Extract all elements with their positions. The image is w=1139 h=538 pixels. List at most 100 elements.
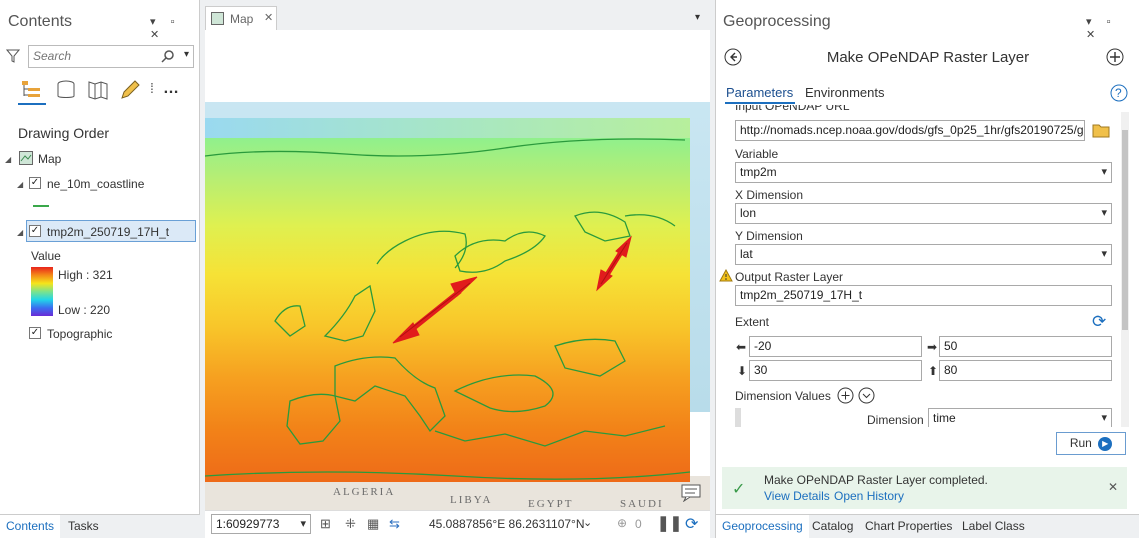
contents-title: Contents xyxy=(8,13,73,30)
parameters-scrollbar[interactable] xyxy=(1121,112,1129,427)
list-by-drawing-order-icon[interactable] xyxy=(20,79,44,106)
map-icon xyxy=(19,151,33,168)
extent-east-field[interactable]: 50 xyxy=(939,336,1112,357)
layer1-visibility-checkbox[interactable]: ✓ xyxy=(29,177,41,189)
drawing-order-heading: Drawing Order xyxy=(18,125,110,141)
expand-layer1-icon[interactable]: ◢ xyxy=(17,180,23,189)
coordinate-dropdown-icon[interactable]: ⌄ xyxy=(583,516,592,529)
map-tab-icon xyxy=(211,12,224,28)
place-label-algeria: ALGERIA xyxy=(333,486,396,498)
tab-chart-properties[interactable]: Chart Properties xyxy=(859,515,958,537)
west-arrow-icon: ⬅ xyxy=(736,340,747,354)
edit-icon[interactable] xyxy=(119,79,141,104)
refresh-map-icon[interactable]: ⟳ xyxy=(685,514,698,534)
fixed-zoom-icon[interactable]: ⊞ xyxy=(320,516,331,532)
map-tab[interactable]: Map ✕ xyxy=(205,6,277,30)
map-tab-strip xyxy=(205,0,710,30)
xdim-select[interactable]: lon xyxy=(735,203,1112,224)
variable-label: Variable xyxy=(735,147,779,161)
run-button[interactable]: Run ▶ xyxy=(1056,432,1126,455)
contents-pane: Contents ▾ ▫ ✕ ▾ ⁞ … Drawing Order ◢ Map… xyxy=(0,0,200,538)
contents-bottom-tabs: Contents Tasks xyxy=(0,514,200,538)
view-details-link[interactable]: View Details xyxy=(764,489,830,503)
pane-window-buttons[interactable]: ▾ ▫ ✕ xyxy=(150,15,199,41)
north-arrow-icon: ⬆ xyxy=(928,364,939,378)
gp-window-buttons[interactable]: ▾ ▫ ✕ xyxy=(1086,15,1139,41)
south-arrow-icon: ⬇ xyxy=(737,364,748,378)
search-input[interactable] xyxy=(29,46,159,66)
tab-label-class[interactable]: Label Class xyxy=(956,515,1031,537)
tab-geoprocessing[interactable]: Geoprocessing xyxy=(716,515,809,538)
place-label-egypt: EGYPT xyxy=(528,498,574,510)
search-icon[interactable] xyxy=(161,49,175,66)
active-toolbar-indicator xyxy=(18,103,46,105)
search-dropdown-icon[interactable]: ▾ xyxy=(184,49,189,60)
pause-drawing-icon[interactable]: ❚❚ xyxy=(657,514,682,532)
east-arrow-icon: ➡ xyxy=(927,340,938,354)
open-history-link[interactable]: Open History xyxy=(834,489,904,503)
scale-select[interactable]: 1:60929773 xyxy=(211,514,311,534)
ydim-label: Y Dimension xyxy=(735,229,803,243)
add-icon[interactable] xyxy=(1106,48,1124,69)
output-field[interactable]: tmp2m_250719_17H_t xyxy=(735,285,1112,306)
tab-tasks[interactable]: Tasks xyxy=(62,515,105,537)
legend-high-label: High : 321 xyxy=(58,268,113,282)
svg-text:?: ? xyxy=(1115,86,1122,100)
dimension-label: Dimension xyxy=(867,413,924,427)
layer2-label[interactable]: tmp2m_250719_17H_t xyxy=(47,225,169,239)
geoprocessing-title: Geoprocessing xyxy=(723,13,831,30)
map-source-icon[interactable] xyxy=(87,79,109,104)
notification-bubble-icon[interactable] xyxy=(681,484,701,505)
legend-value-label: Value xyxy=(31,249,61,263)
close-map-tab-icon[interactable]: ✕ xyxy=(264,11,273,24)
output-label: Output Raster Layer xyxy=(735,270,844,284)
layer2-visibility-checkbox[interactable]: ✓ xyxy=(29,225,41,237)
expand-layer2-icon[interactable]: ◢ xyxy=(17,228,23,237)
map-node-label[interactable]: Map xyxy=(38,152,61,166)
snapping-icon[interactable]: ⁞ xyxy=(150,80,154,96)
close-icon[interactable]: ✕ xyxy=(1108,480,1118,494)
extent-south-field[interactable]: 30 xyxy=(749,360,922,381)
layer1-label[interactable]: ne_10m_coastline xyxy=(47,177,144,191)
filter-icon[interactable] xyxy=(5,48,21,67)
selected-features-icon[interactable]: ⊕ xyxy=(617,516,627,530)
tab-parameters[interactable]: Parameters xyxy=(726,85,793,100)
tab-contents[interactable]: Contents xyxy=(0,515,61,538)
grid-icon[interactable]: ▦ xyxy=(367,516,379,532)
refresh-icon[interactable]: ⟳ xyxy=(1092,312,1106,332)
map-canvas[interactable]: ALGERIA LIBYA EGYPT SAUDI xyxy=(205,36,710,510)
folder-icon[interactable] xyxy=(1092,122,1110,141)
database-icon[interactable] xyxy=(55,79,77,104)
search-box[interactable]: ▾ xyxy=(28,45,194,68)
help-icon[interactable]: ? xyxy=(1110,84,1128,105)
extent-north-field[interactable]: 80 xyxy=(939,360,1112,381)
dimension-select[interactable]: time xyxy=(928,408,1112,427)
map-tab-label: Map xyxy=(230,12,254,26)
layer3-visibility-checkbox[interactable]: ✓ xyxy=(29,327,41,339)
variable-select[interactable]: tmp2m xyxy=(735,162,1112,183)
tab-environments[interactable]: Environments xyxy=(805,85,884,100)
xdim-label: X Dimension xyxy=(735,188,804,202)
ydim-select[interactable]: lat xyxy=(735,244,1112,265)
tab-catalog[interactable]: Catalog xyxy=(806,515,859,537)
legend-low-label: Low : 220 xyxy=(58,303,111,317)
extent-label: Extent xyxy=(735,315,770,329)
geoprocessing-pane: Geoprocessing ▾ ▫ ✕ Make OPeNDAP Raster … xyxy=(715,0,1139,538)
layer3-label[interactable]: Topographic xyxy=(47,327,112,341)
warning-icon xyxy=(719,268,733,285)
expand-dimension-icon[interactable] xyxy=(858,387,875,407)
map-tabs-dropdown-icon[interactable]: ▾ xyxy=(695,12,700,23)
gp-bottom-tabs: Geoprocessing Catalog Chart Properties L… xyxy=(716,514,1139,538)
input-url-field[interactable]: http://nomads.ncep.noaa.gov/dods/gfs_0p2… xyxy=(735,120,1085,141)
map-status-bar: 1:60929773 ⊞ ⁜ ▦ ⇆ 45.0887856°E 86.26311… xyxy=(205,510,710,538)
place-label-saudi: SAUDI xyxy=(620,498,664,510)
tool-title: Make OPeNDAP Raster Layer xyxy=(826,49,1030,66)
snapping-toggle-icon[interactable]: ⇆ xyxy=(389,516,400,532)
place-label-libya: LIBYA xyxy=(450,494,493,506)
add-dimension-icon[interactable] xyxy=(837,387,854,407)
expand-map-icon[interactable]: ◢ xyxy=(5,155,11,164)
distance-icon[interactable]: ⁜ xyxy=(345,516,356,532)
more-icon[interactable]: … xyxy=(163,80,179,98)
scrollbar-thumb[interactable] xyxy=(1122,130,1128,330)
extent-west-field[interactable]: -20 xyxy=(749,336,922,357)
